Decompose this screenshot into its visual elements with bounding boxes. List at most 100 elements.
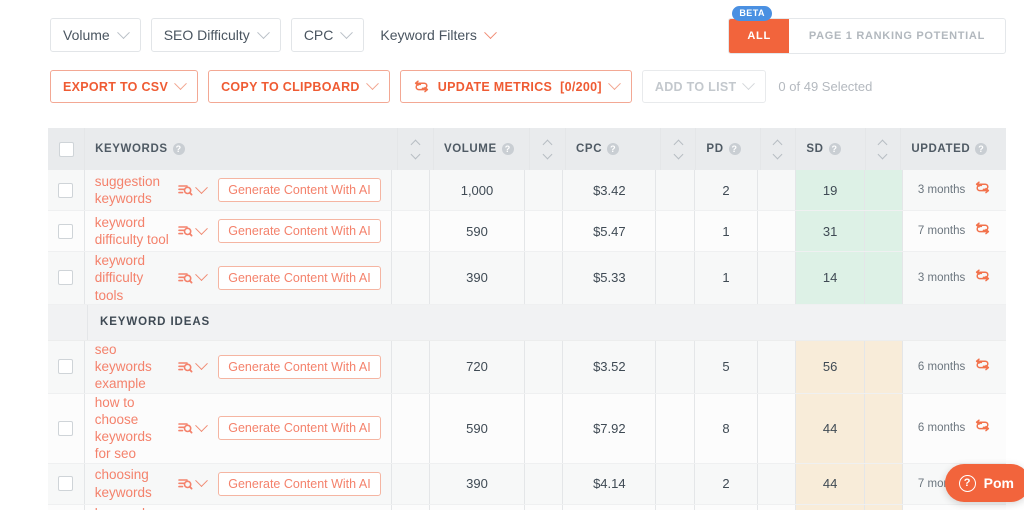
- sort-arrows-icon[interactable]: [675, 141, 682, 158]
- serp-analysis-icon[interactable]: [178, 224, 206, 238]
- row-spacer-cpc: [656, 252, 694, 304]
- export-to-csv-label: EXPORT TO CSV: [63, 80, 168, 94]
- pd-cell: 1: [695, 252, 758, 304]
- add-to-list-button[interactable]: ADD TO LIST: [642, 70, 767, 103]
- pd-value: 1: [722, 224, 729, 239]
- refresh-row-icon[interactable]: [974, 357, 991, 377]
- serp-analysis-icon[interactable]: [178, 421, 206, 435]
- sort-cpc[interactable]: [661, 128, 697, 170]
- sort-arrows-icon[interactable]: [412, 141, 419, 158]
- refresh-row-icon[interactable]: [974, 268, 991, 288]
- header-updated[interactable]: UPDATED ?: [901, 128, 1006, 170]
- row-checkbox[interactable]: [58, 270, 73, 285]
- tab-page-1-ranking-potential[interactable]: PAGE 1 RANKING POTENTIAL: [789, 19, 1005, 53]
- header-volume[interactable]: VOLUME ?: [434, 128, 530, 170]
- sd-value: 56: [823, 359, 837, 374]
- generate-content-button[interactable]: Generate Content With AI: [218, 266, 380, 290]
- keyword-cell: keyword ranking toolsGenerate Content Wi…: [85, 505, 392, 510]
- sd-value: 44: [823, 476, 837, 491]
- help-icon[interactable]: ?: [829, 143, 841, 155]
- help-icon[interactable]: ?: [975, 143, 987, 155]
- pd-value: 8: [722, 421, 729, 436]
- row-checkbox[interactable]: [58, 476, 73, 491]
- update-metrics-button[interactable]: UPDATE METRICS [0/200]: [400, 70, 632, 103]
- row-spacer-volume: [525, 464, 563, 504]
- table-body-ideas: seo keywords example Generate Content Wit…: [48, 341, 1006, 510]
- cpc-value: $3.52: [593, 359, 626, 374]
- serp-analysis-icon[interactable]: [178, 477, 206, 491]
- filter-cpc-label: CPC: [304, 27, 334, 43]
- header-volume-label: VOLUME: [444, 143, 497, 155]
- keyword-link[interactable]: keyword ranking tools: [95, 505, 179, 510]
- filter-cpc[interactable]: CPC: [291, 18, 365, 52]
- updated-value: 3 months: [918, 184, 965, 196]
- export-to-csv-button[interactable]: EXPORT TO CSV: [50, 70, 198, 103]
- row-spacer-pd: [758, 341, 796, 393]
- row-spacer-cpc: [656, 505, 694, 510]
- sort-arrows-icon[interactable]: [774, 141, 781, 158]
- refresh-row-icon[interactable]: [974, 221, 991, 241]
- refresh-row-icon[interactable]: [974, 418, 991, 438]
- serp-analysis-icon[interactable]: [178, 271, 206, 285]
- row-spacer-pd: [758, 170, 796, 210]
- chevron-down-icon: [608, 77, 621, 90]
- header-cpc[interactable]: CPC ?: [566, 128, 661, 170]
- row-select-cell: [48, 505, 85, 510]
- table-row: keyword difficulty tool Generate Content …: [48, 211, 1006, 252]
- volume-value: 390: [466, 476, 488, 491]
- volume-cell: 390: [430, 505, 525, 510]
- select-all-cell: [48, 128, 85, 170]
- keyword-link[interactable]: seo keywords example: [95, 341, 179, 393]
- filter-seo-difficulty[interactable]: SEO Difficulty: [151, 18, 281, 52]
- help-chat-widget[interactable]: ? Pom: [945, 464, 1024, 502]
- view-toggle-group: ALL PAGE 1 RANKING POTENTIAL: [728, 18, 1006, 54]
- select-all-checkbox[interactable]: [59, 142, 74, 157]
- sort-pd[interactable]: [761, 128, 797, 170]
- refresh-row-icon[interactable]: [974, 180, 991, 200]
- generate-content-button[interactable]: Generate Content With AI: [218, 355, 380, 379]
- header-pd[interactable]: PD ?: [696, 128, 760, 170]
- row-checkbox[interactable]: [58, 421, 73, 436]
- keyword-link[interactable]: how to choose keywords for seo: [95, 394, 179, 463]
- sort-arrows-icon[interactable]: [544, 141, 551, 158]
- generate-content-button[interactable]: Generate Content With AI: [218, 416, 380, 440]
- header-keywords[interactable]: KEYWORDS ?: [85, 128, 398, 170]
- header-sd[interactable]: SD ?: [796, 128, 865, 170]
- serp-analysis-icon[interactable]: [178, 360, 206, 374]
- row-spacer-volume: [525, 394, 563, 463]
- generate-content-button[interactable]: Generate Content With AI: [218, 219, 380, 243]
- keyword-link[interactable]: choosing keywords: [95, 466, 179, 501]
- sort-sd[interactable]: [866, 128, 902, 170]
- sort-arrows-icon[interactable]: [879, 141, 886, 158]
- tab-all[interactable]: ALL: [729, 19, 788, 53]
- table-row: keyword ranking toolsGenerate Content Wi…: [48, 505, 1006, 510]
- copy-to-clipboard-button[interactable]: COPY TO CLIPBOARD: [208, 70, 390, 103]
- chevron-down-icon: [366, 77, 379, 90]
- row-checkbox[interactable]: [58, 224, 73, 239]
- keyword-research-page: Volume SEO Difficulty CPC Keyword Filter…: [0, 0, 1024, 510]
- help-icon[interactable]: ?: [173, 143, 185, 155]
- serp-analysis-icon[interactable]: [178, 183, 206, 197]
- pd-cell: 5: [695, 341, 758, 393]
- row-spacer-cpc: [656, 211, 694, 251]
- action-bar: EXPORT TO CSV COPY TO CLIPBOARD UPDATE M…: [50, 70, 872, 103]
- keyword-link[interactable]: keyword difficulty tools: [95, 252, 179, 304]
- generate-content-button[interactable]: Generate Content With AI: [218, 178, 380, 202]
- cpc-value: $5.47: [593, 224, 626, 239]
- sort-keywords[interactable]: [398, 128, 434, 170]
- row-checkbox[interactable]: [58, 359, 73, 374]
- keyword-link[interactable]: keyword difficulty tool: [95, 214, 179, 249]
- filter-keyword-filters[interactable]: Keyword Filters: [374, 18, 500, 52]
- filter-volume[interactable]: Volume: [50, 18, 141, 52]
- help-icon[interactable]: ?: [729, 143, 741, 155]
- keyword-cell: keyword difficulty tool Generate Content …: [85, 211, 392, 251]
- generate-content-button[interactable]: Generate Content With AI: [218, 472, 380, 496]
- updated-cell: 7 months: [903, 211, 1006, 251]
- help-icon[interactable]: ?: [502, 143, 514, 155]
- volume-cell: 390: [430, 464, 525, 504]
- keyword-link[interactable]: suggestion keywords: [95, 173, 179, 208]
- row-checkbox[interactable]: [58, 183, 73, 198]
- sort-volume[interactable]: [530, 128, 566, 170]
- help-icon[interactable]: ?: [607, 143, 619, 155]
- table-body-top: suggestion keywords Generate Content With…: [48, 170, 1006, 305]
